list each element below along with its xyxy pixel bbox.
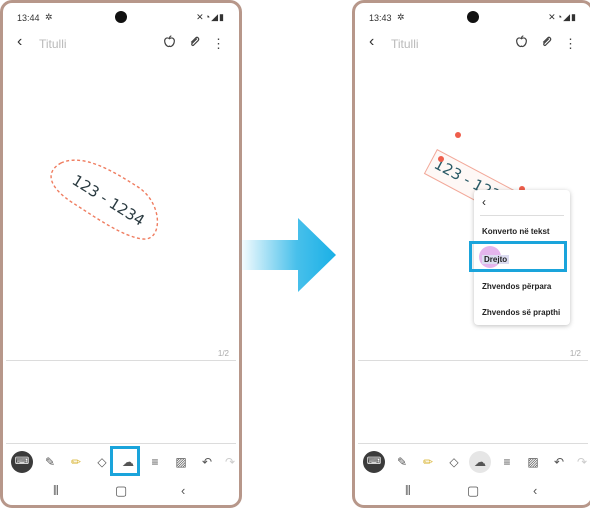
image-text-icon[interactable]: ▨ [170, 451, 192, 473]
pen-icon[interactable]: ✎ [39, 451, 61, 473]
phone-left: 13:44 ✲ ✕◔◢▮ ‹ Titulli ⋮ 123 - 1234 1/2 … [0, 0, 242, 508]
text-format-icon[interactable]: ≡ [144, 451, 166, 473]
menu-back-icon[interactable]: ‹ [482, 195, 486, 209]
recents-icon[interactable]: ⦀ [53, 483, 59, 499]
menu-divider [480, 215, 564, 216]
settings-icon: ✲ [45, 12, 53, 22]
selection-handle[interactable] [455, 132, 461, 138]
status-icons: ✕◔◢▮ [548, 12, 577, 23]
recents-icon[interactable]: ⦀ [405, 483, 411, 499]
pen-toolbar: ⌨ ✎ ✏ ◇ ☁ ≡ ▨ ↶ ↷ [361, 451, 587, 477]
navigation-bar: ⦀ ▢ ‹ [3, 481, 239, 503]
keyboard-icon[interactable]: ⌨ [363, 451, 385, 473]
eraser-icon[interactable]: ◇ [443, 451, 465, 473]
page-indicator: 1/2 [569, 349, 581, 358]
undo-icon[interactable]: ↶ [196, 451, 218, 473]
status-time: 13:43 [369, 13, 392, 23]
camera-cutout [115, 11, 127, 23]
more-icon[interactable]: ⋮ [564, 36, 577, 52]
navigation-bar: ⦀ ▢ ‹ [355, 481, 590, 503]
home-icon[interactable]: ▢ [115, 483, 127, 499]
title-input[interactable]: Titulli [39, 37, 67, 51]
toolbar-divider [6, 443, 236, 444]
note-title-bar: ‹ Titulli ⋮ [17, 33, 225, 55]
highlighter-icon[interactable]: ✏ [417, 451, 439, 473]
battery-icon: ▮ [219, 12, 225, 22]
mute-icon: ✕ [196, 12, 205, 22]
pen-icon[interactable]: ✎ [391, 451, 413, 473]
menu-item-convert[interactable]: Konverto në tekst [482, 227, 550, 236]
image-text-icon[interactable]: ▨ [522, 451, 544, 473]
menu-item-bring-forward[interactable]: Zhvendos përpara [482, 282, 551, 291]
phone-right: 13:43 ✲ ✕◔◢▮ ‹ Titulli ⋮ 123 - 1234 ‹ Ko… [352, 0, 590, 508]
lasso-icon[interactable]: ☁ [469, 451, 491, 473]
text-format-icon[interactable]: ≡ [496, 451, 518, 473]
apple-icon[interactable] [515, 35, 528, 51]
lasso-tool-highlight [110, 446, 140, 476]
menu-item-send-backward[interactable]: Zhvendos së prapthi [482, 308, 560, 317]
straighten-highlight [469, 241, 567, 272]
home-icon[interactable]: ▢ [467, 483, 479, 499]
battery-icon: ▮ [571, 12, 577, 22]
nav-back-icon[interactable]: ‹ [181, 483, 185, 498]
paperclip-icon[interactable] [188, 35, 200, 51]
page-indicator: 1/2 [217, 349, 229, 358]
keyboard-icon[interactable]: ⌨ [11, 451, 33, 473]
page-divider [6, 360, 236, 361]
nav-back-icon[interactable]: ‹ [533, 483, 537, 498]
selection-handle[interactable] [438, 156, 444, 162]
paperclip-icon[interactable] [540, 35, 552, 51]
mute-icon: ✕ [548, 12, 557, 22]
toolbar-divider [358, 443, 588, 444]
note-title-bar: ‹ Titulli ⋮ [369, 33, 577, 55]
signal-icon: ◢ [563, 12, 572, 22]
undo-icon[interactable]: ↶ [548, 451, 570, 473]
arrow-right-icon [238, 218, 336, 292]
highlighter-icon[interactable]: ✏ [65, 451, 87, 473]
lasso-selection[interactable]: 123 - 1234 [43, 151, 173, 251]
signal-icon: ◢ [211, 12, 220, 22]
status-time: 13:44 [17, 13, 40, 23]
status-icons: ✕◔◢▮ [196, 12, 225, 23]
more-icon[interactable]: ⋮ [212, 36, 225, 52]
page-divider [358, 360, 588, 361]
settings-icon: ✲ [397, 12, 405, 22]
redo-icon[interactable]: ↷ [219, 451, 239, 473]
back-arrow-icon[interactable]: ‹ [17, 33, 22, 51]
back-arrow-icon[interactable]: ‹ [369, 33, 374, 51]
apple-icon[interactable] [163, 35, 176, 51]
camera-cutout [467, 11, 479, 23]
title-input[interactable]: Titulli [391, 37, 419, 51]
handwritten-text: 123 - 1234 [69, 171, 148, 230]
redo-icon[interactable]: ↷ [571, 451, 590, 473]
